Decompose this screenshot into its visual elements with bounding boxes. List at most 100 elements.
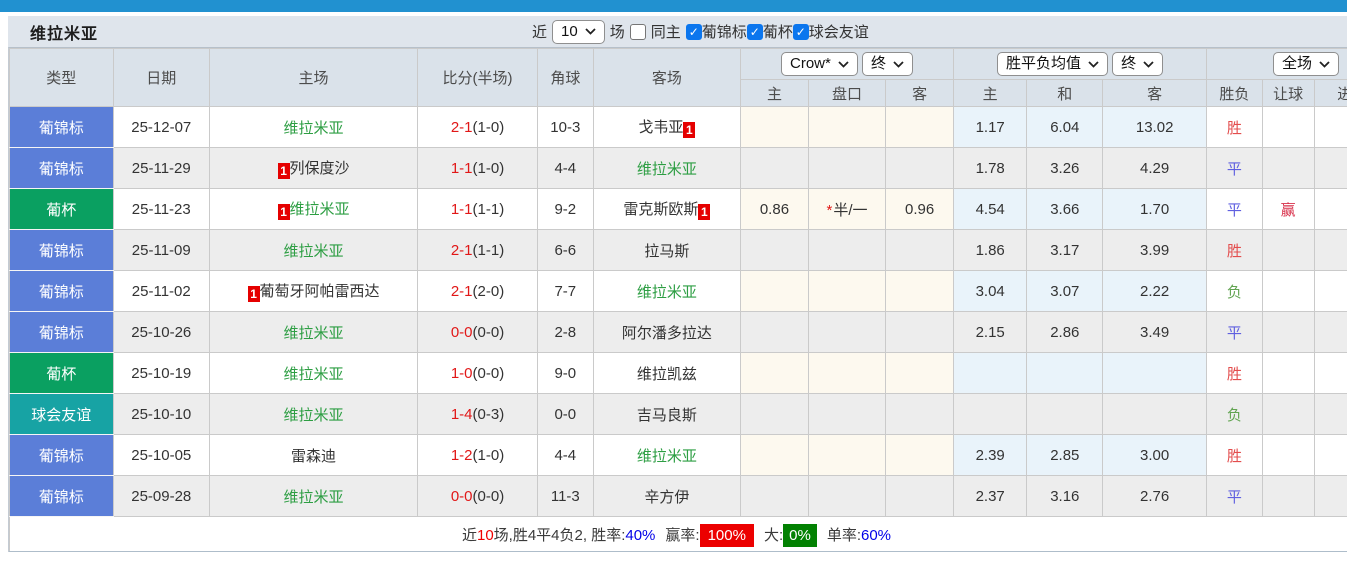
home-team-name: 维拉米亚 <box>283 406 344 424</box>
crow-handicap-line <box>807 147 887 189</box>
scope-value: 全场 <box>1281 55 1312 72</box>
avg-away-odds: 4.29 <box>1102 147 1207 189</box>
odds-company-header-group: Crow* 终 <box>739 48 955 80</box>
filters-bar: 近 10 场 同主 ✓ 葡锦标 ✓ 葡杯 ✓ 球会友谊 <box>532 16 869 47</box>
col-header-type: 类型 <box>9 48 114 107</box>
home-team: 1 葡萄牙阿帕雷西达 <box>208 270 419 312</box>
home-team: 维拉米亚 <box>208 229 419 271</box>
check-icon: ✓ <box>749 24 760 39</box>
league-type-badge: 葡杯 <box>9 352 114 394</box>
avg-home-odds: 2.39 <box>953 434 1028 476</box>
fulltime-score: 0-0 <box>450 487 473 505</box>
goals-result-cell <box>1313 475 1347 517</box>
result-cell: 平 <box>1205 147 1263 189</box>
match-row: 葡锦标 25-11-02 1 葡萄牙阿帕雷西达 2-1(2-0) 7-7 维拉米亚 3.04 3… <box>9 270 1347 312</box>
crow-away-odds <box>885 229 955 271</box>
avg-draw-odds: 2.85 <box>1026 434 1104 476</box>
summary-big-badge: 0% <box>783 523 817 547</box>
crow-home-odds <box>739 106 809 148</box>
avg-odds-header-group: 胜平负均值 终 <box>953 48 1207 80</box>
goals-result-cell <box>1313 106 1347 148</box>
avg-home-odds: 2.15 <box>953 311 1028 353</box>
avg-draw-odds: 3.16 <box>1026 475 1104 517</box>
crow-home-odds <box>739 311 809 353</box>
odds-company-select[interactable]: Crow* <box>781 52 858 76</box>
col-header-corners: 角球 <box>536 48 594 107</box>
odds-company-time-select[interactable]: 终 <box>862 52 914 76</box>
recent-count-select[interactable]: 10 <box>552 19 605 44</box>
halftime-score: (0-0) <box>472 323 505 341</box>
score: 1-1(1-1) <box>417 188 538 230</box>
avg-home-odds: 1.17 <box>953 106 1028 148</box>
crow-home-odds: 0.86 <box>739 188 809 230</box>
fulltime-score: 1-4 <box>450 405 473 423</box>
summary-cell: 近10场,胜4平4负2, 胜率:40% 赢率: 100% 大: 0% 单率:60% <box>9 516 1347 552</box>
league-checkbox-2[interactable]: ✓ <box>792 23 809 40</box>
same-home-checkbox[interactable] <box>629 23 646 40</box>
home-team: 维拉米亚 <box>208 106 419 148</box>
league-checkbox-1[interactable]: ✓ <box>746 23 763 40</box>
home-team-name: 维拉米亚 <box>283 365 344 383</box>
match-row: 葡锦标 25-10-26 维拉米亚 0-0(0-0) 2-8 阿尔潘多拉达 2.15 2.86… <box>9 311 1347 353</box>
avg-draw-odds: 3.17 <box>1026 229 1104 271</box>
col-header-score: 比分(半场) <box>417 48 538 107</box>
match-date: 25-10-10 <box>112 393 210 435</box>
score: 2-1(2-0) <box>417 270 538 312</box>
avg-away-odds <box>1102 393 1207 435</box>
score: 1-2(1-0) <box>417 434 538 476</box>
away-team-name: 维拉米亚 <box>636 160 697 178</box>
recent-count-value: 10 <box>561 22 578 40</box>
crow-away-odds <box>885 270 955 312</box>
halftime-score: (1-0) <box>472 446 505 464</box>
crow-away-odds <box>885 106 955 148</box>
league-type-badge: 葡锦标 <box>9 106 114 148</box>
fulltime-score: 2-1 <box>450 241 473 259</box>
halftime-score: (1-0) <box>472 118 505 136</box>
avg-odds-time-value: 终 <box>1121 55 1137 72</box>
top-accent-bar <box>0 0 1347 12</box>
league-label-1: 葡杯 <box>762 24 793 41</box>
handicap-result-cell <box>1261 311 1315 353</box>
fulltime-score: 2-1 <box>450 282 473 300</box>
avg-odds-select[interactable]: 胜平负均值 <box>996 52 1108 76</box>
sub-header-crow-home: 主 <box>739 79 809 107</box>
red-card-badge: 1 <box>698 204 711 220</box>
red-card-badge: 1 <box>277 204 290 220</box>
home-team: 维拉米亚 <box>208 393 419 435</box>
sub-header-crow-away: 客 <box>885 79 955 107</box>
score: 1-0(0-0) <box>417 352 538 394</box>
crow-handicap-line <box>807 475 887 517</box>
goals-result-cell <box>1313 270 1347 312</box>
league-type-badge: 葡锦标 <box>9 147 114 189</box>
league-checkbox-0[interactable]: ✓ <box>685 23 702 40</box>
home-team-name: 维拉米亚 <box>283 488 344 506</box>
handicap-result-cell <box>1261 106 1315 148</box>
home-team-name: 维拉米亚 <box>289 201 350 218</box>
home-team-name: 葡萄牙阿帕雷西达 <box>259 283 380 300</box>
away-team-name: 维拉凯兹 <box>636 365 697 383</box>
crow-handicap-line: *半/一 <box>807 188 887 230</box>
goals-result-cell <box>1313 352 1347 394</box>
sub-header-handicap: 让球 <box>1261 79 1315 107</box>
check-icon: ✓ <box>688 24 699 39</box>
league-type-badge: 葡锦标 <box>9 434 114 476</box>
avg-draw-odds: 3.26 <box>1026 147 1104 189</box>
match-date: 25-09-28 <box>112 475 210 517</box>
chevron-down-icon <box>1143 60 1154 68</box>
crow-handicap-line <box>807 106 887 148</box>
league-type-badge: 葡杯 <box>9 188 114 230</box>
away-team: 维拉米亚 <box>592 434 741 476</box>
fulltime-score: 2-1 <box>450 118 473 136</box>
match-date: 25-10-05 <box>112 434 210 476</box>
sub-header-result: 胜负 <box>1205 79 1263 107</box>
avg-away-odds <box>1102 352 1207 394</box>
corners: 4-4 <box>536 434 594 476</box>
scope-select[interactable]: 全场 <box>1272 52 1339 76</box>
corners: 7-7 <box>536 270 594 312</box>
avg-away-odds: 2.76 <box>1102 475 1207 517</box>
home-team: 维拉米亚 <box>208 475 419 517</box>
handicap-result-cell <box>1261 352 1315 394</box>
avg-odds-time-select[interactable]: 终 <box>1112 52 1164 76</box>
summary-big-label: 大: <box>763 526 784 544</box>
crow-away-odds <box>885 393 955 435</box>
